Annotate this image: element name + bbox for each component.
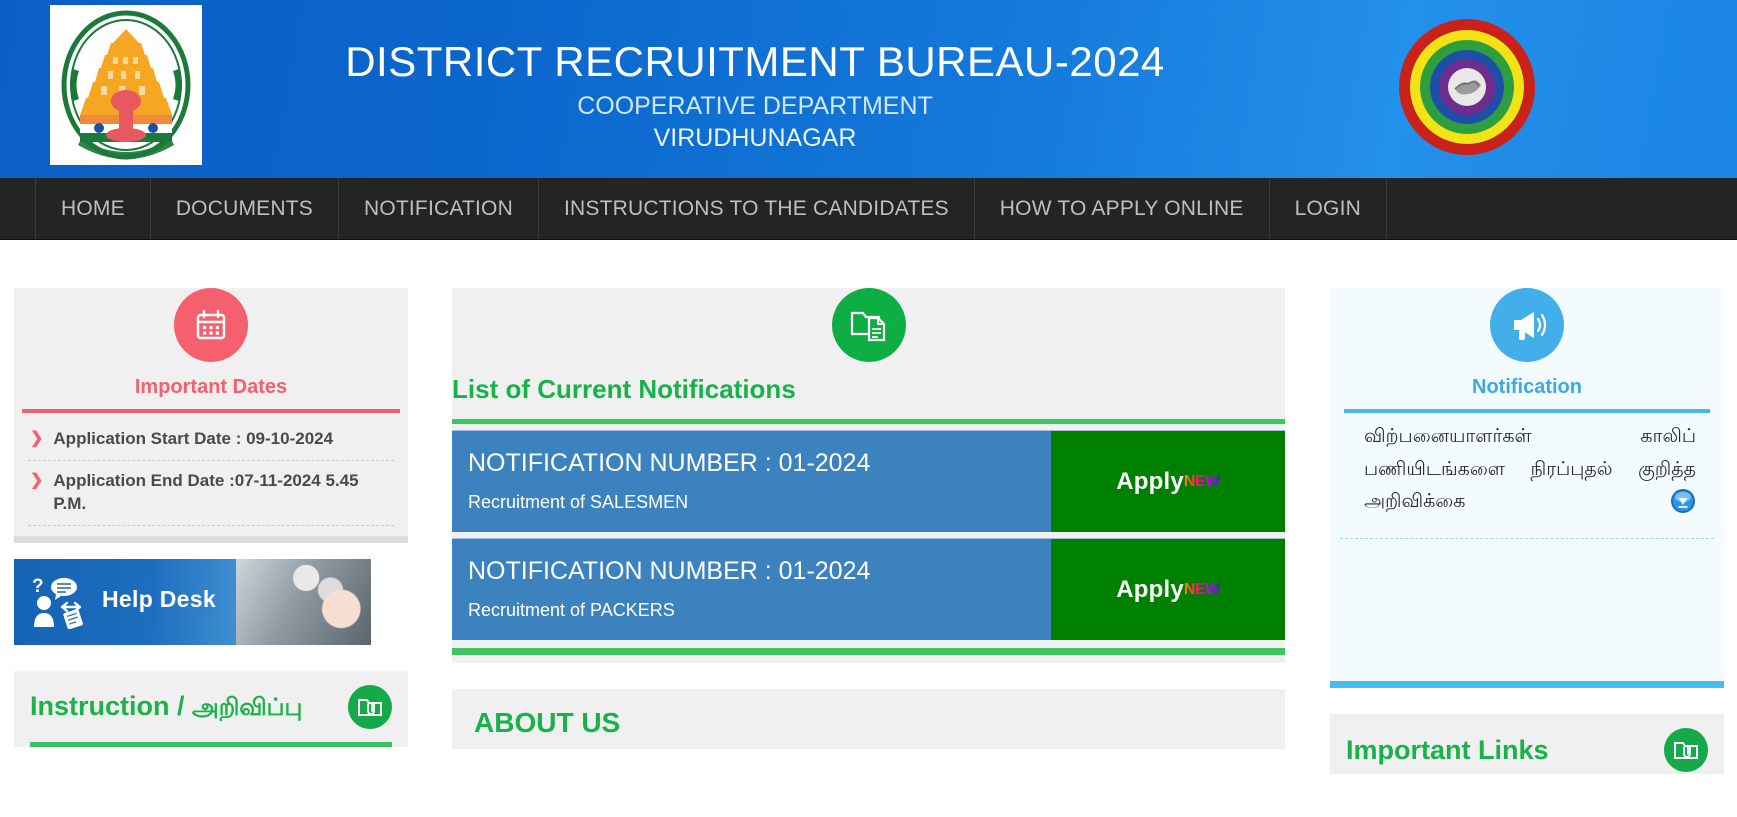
notification-entry-text: விற்பனையாளர்கள் காலிப் பணியிடங்களை நிரப்… xyxy=(1364,426,1696,513)
notification-details: NOTIFICATION NUMBER : 01-2024 Recruitmen… xyxy=(452,539,1051,640)
notification-row-packers: NOTIFICATION NUMBER : 01-2024 Recruitmen… xyxy=(452,538,1285,640)
instruction-card[interactable]: Instruction / அறிவிப்பு xyxy=(14,670,408,747)
section-divider xyxy=(30,741,392,747)
help-desk-photo xyxy=(236,558,371,645)
nav-item-notification[interactable]: NOTIFICATION xyxy=(339,178,539,239)
apply-label: Apply xyxy=(1116,575,1184,603)
application-start-date: Application Start Date : 09-10-2024 xyxy=(53,429,334,448)
apply-label: Apply xyxy=(1116,467,1184,495)
list-item: ❯ Application End Date :07-11-2024 5.45 … xyxy=(28,461,394,526)
notification-panel: Notification விற்பனையாளர்கள் காலிப் பணிய… xyxy=(1330,288,1724,688)
application-end-date: Application End Date :07-11-2024 5.45 P.… xyxy=(53,470,359,513)
folder-attachment-icon[interactable] xyxy=(348,684,392,729)
notification-row-salesmen: NOTIFICATION NUMBER : 01-2024 Recruitmen… xyxy=(452,430,1285,532)
help-desk-label: Help Desk xyxy=(102,585,216,612)
page-title: DISTRICT RECRUITMENT BUREAU-2024 xyxy=(345,38,1165,85)
folder-attachment-icon[interactable] xyxy=(1664,728,1708,772)
current-notifications-card: List of Current Notifications NOTIFICATI… xyxy=(452,288,1285,663)
left-column: Important Dates ❯ Application Start Date… xyxy=(14,266,408,747)
current-notifications-title: List of Current Notifications xyxy=(452,374,796,404)
calendar-icon xyxy=(174,288,248,362)
section-divider xyxy=(452,419,1285,424)
center-column: List of Current Notifications NOTIFICATI… xyxy=(452,266,1285,749)
notification-entry[interactable]: விற்பனையாளர்கள் காலிப் பணியிடங்களை நிரப்… xyxy=(1340,413,1714,540)
instruction-header-row: Instruction / அறிவிப்பு xyxy=(30,684,392,729)
new-badge: NEW xyxy=(1183,580,1220,598)
important-links-card[interactable]: Important Links xyxy=(1330,714,1724,774)
section-divider xyxy=(452,648,1285,655)
main-navigation: HOME DOCUMENTS NOTIFICATION INSTRUCTIONS… xyxy=(0,178,1737,240)
about-us-card: ABOUT US xyxy=(452,689,1285,749)
important-dates-card: Important Dates ❯ Application Start Date… xyxy=(14,288,408,543)
svg-text:?: ? xyxy=(32,576,44,597)
notification-description: Recruitment of PACKERS xyxy=(468,600,675,621)
chevron-right-icon: ❯ xyxy=(30,471,44,489)
notification-panel-title: Notification xyxy=(1472,376,1582,398)
nav-item-documents[interactable]: DOCUMENTS xyxy=(151,178,339,239)
about-us-title: ABOUT US xyxy=(474,707,621,738)
cooperative-rainbow-emblem xyxy=(1397,17,1537,157)
notification-description: Recruitment of SALESMEN xyxy=(468,492,689,513)
download-icon[interactable] xyxy=(1670,488,1696,526)
instruction-title: Instruction / அறிவிப்பு xyxy=(30,690,303,722)
nav-item-instructions-to-the-candidates[interactable]: INSTRUCTIONS TO THE CANDIDATES xyxy=(539,178,975,239)
apply-button-packers[interactable]: Apply NEW xyxy=(1051,539,1285,640)
new-badge: NEW xyxy=(1183,472,1220,490)
nav-item-login[interactable]: LOGIN xyxy=(1270,178,1387,239)
nav-item-how-to-apply-online[interactable]: HOW TO APPLY ONLINE xyxy=(975,178,1270,239)
notification-number: NOTIFICATION NUMBER : 01-2024 xyxy=(468,557,871,585)
notification-details: NOTIFICATION NUMBER : 01-2024 Recruitmen… xyxy=(452,431,1051,532)
site-header: DISTRICT RECRUITMENT BUREAU-2024 COOPERA… xyxy=(0,0,1737,178)
help-desk-icon: ? xyxy=(32,575,90,634)
nav-item-home[interactable]: HOME xyxy=(35,178,151,239)
tamil-nadu-state-emblem xyxy=(50,5,202,165)
megaphone-icon xyxy=(1490,288,1564,362)
right-column: Notification விற்பனையாளர்கள் காலிப் பணிய… xyxy=(1330,266,1724,774)
instruction-title-en: Instruction / xyxy=(30,690,185,721)
notification-number: NOTIFICATION NUMBER : 01-2024 xyxy=(468,449,871,477)
help-desk-banner[interactable]: ? Help Desk xyxy=(14,558,371,645)
page-body: Important Dates ❯ Application Start Date… xyxy=(0,240,1737,817)
apply-button-salesmen[interactable]: Apply NEW xyxy=(1051,431,1285,532)
documents-folder-icon xyxy=(831,288,906,362)
important-links-header-row: Important Links xyxy=(1346,728,1708,772)
important-dates-title: Important Dates xyxy=(134,376,288,398)
instruction-title-ta: அறிவிப்பு xyxy=(192,693,303,721)
header-title-block: DISTRICT RECRUITMENT BUREAU-2024 COOPERA… xyxy=(230,38,1280,154)
list-item: ❯ Application Start Date : 09-10-2024 xyxy=(28,419,394,461)
header-subtitle: COOPERATIVE DEPARTMENT xyxy=(577,92,933,121)
chevron-right-icon: ❯ xyxy=(30,430,44,447)
important-links-title: Important Links xyxy=(1346,734,1549,765)
important-dates-list: ❯ Application Start Date : 09-10-2024 ❯ … xyxy=(14,413,408,526)
header-district: VIRUDHUNAGAR xyxy=(653,123,857,152)
